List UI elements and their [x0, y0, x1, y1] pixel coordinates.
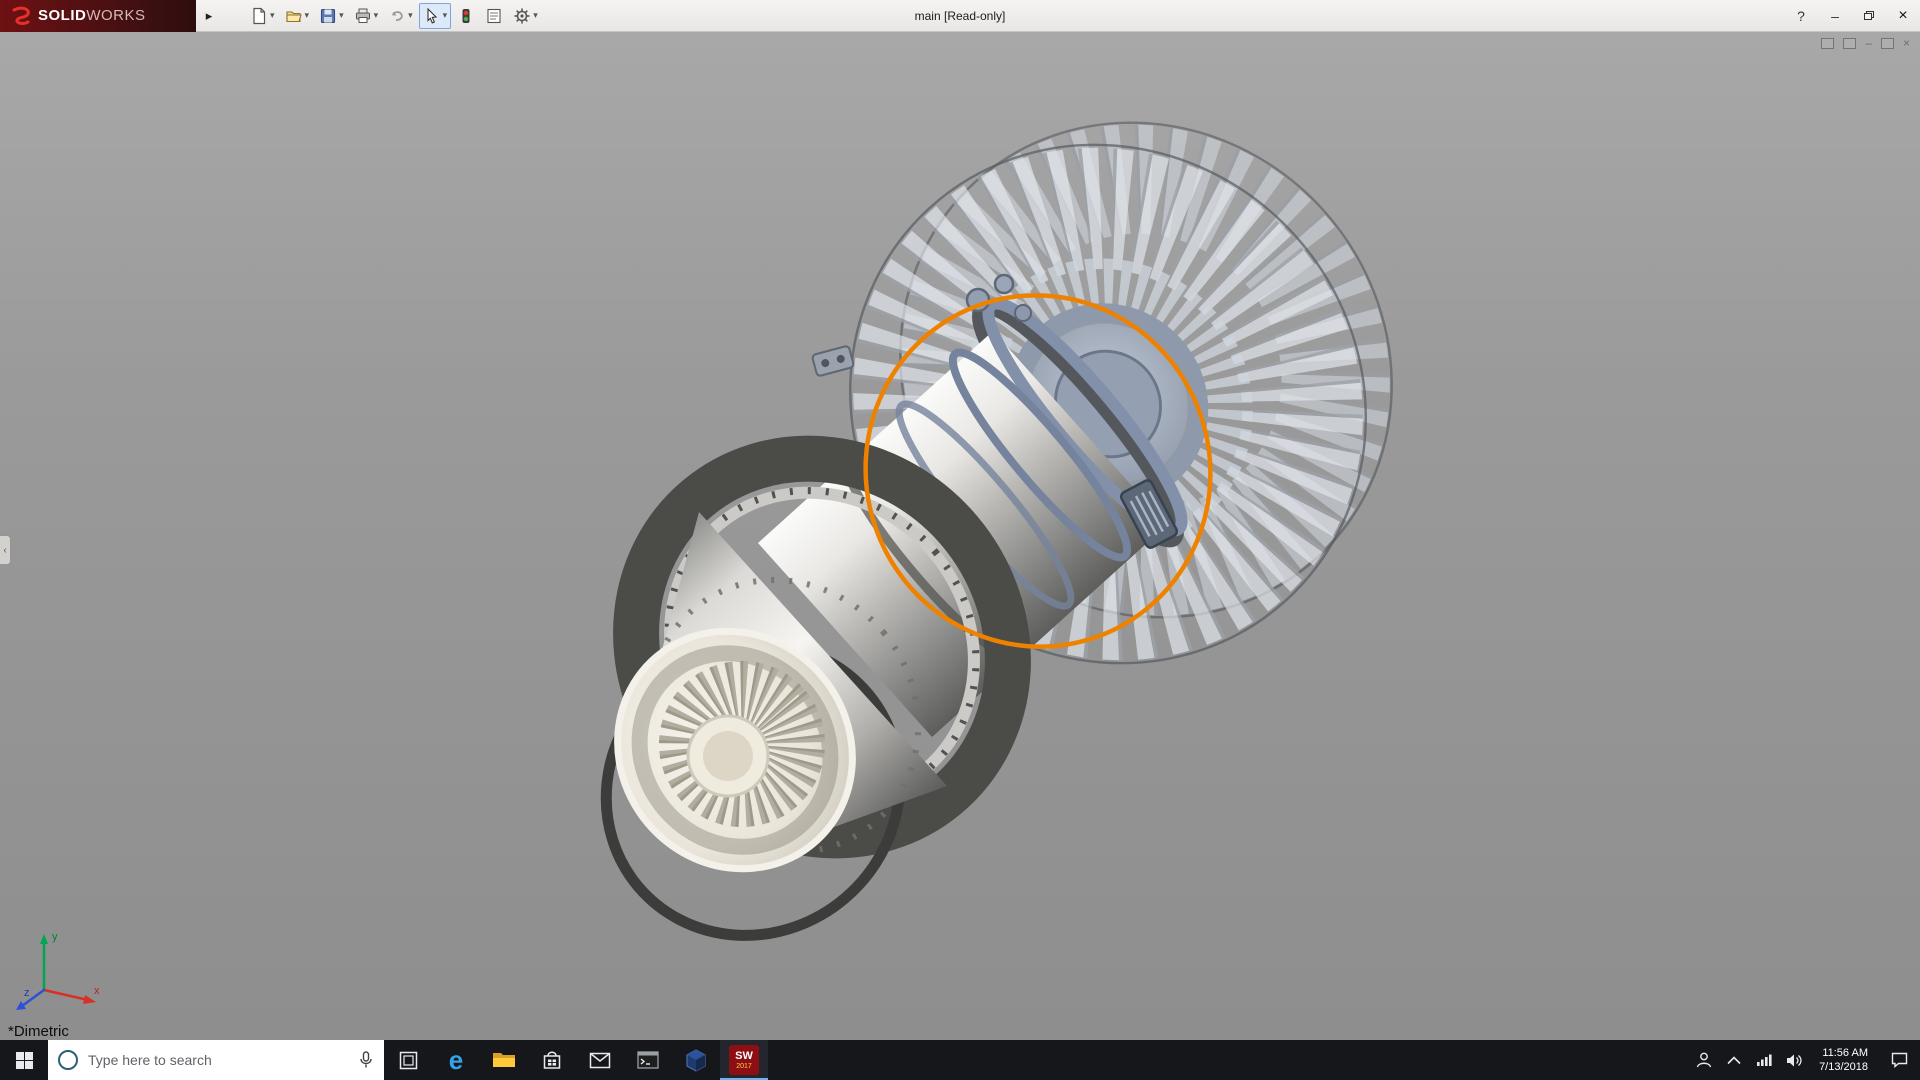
undo-icon [388, 7, 406, 25]
print-button[interactable]: ▾ [350, 3, 383, 29]
main-toolbar: ▾ ▾ ▾ ▾ ▾ ▾ [246, 3, 542, 29]
action-center-button[interactable] [1878, 1052, 1920, 1068]
view-orientation-label: *Dimetric [8, 1023, 69, 1040]
solidworks-logo: SOLIDWORKS [0, 0, 196, 32]
edge-icon: e [449, 1047, 463, 1073]
taskbar-search[interactable] [48, 1040, 384, 1080]
sw-year: 2017 [736, 1063, 752, 1070]
person-icon [1695, 1051, 1713, 1069]
shaft-end [688, 716, 768, 796]
dassault-logo-icon [10, 5, 32, 27]
child-window-controls: – × [1821, 38, 1910, 49]
child-restore-icon[interactable] [1881, 38, 1894, 49]
select-cursor-icon [423, 7, 441, 25]
orientation-triad: y x z [10, 922, 106, 1018]
rebuild-stoplight-button[interactable] [453, 3, 479, 29]
clock-date: 7/13/2018 [1819, 1060, 1868, 1074]
save-caret-icon[interactable]: ▾ [339, 10, 344, 21]
brand-solid: SOLID [38, 7, 86, 24]
print-caret-icon[interactable]: ▾ [374, 10, 379, 21]
triad-y-label: y [52, 931, 58, 943]
system-tray: 11:56 AM 7/13/2018 [1689, 1040, 1920, 1080]
new-document-button[interactable]: ▾ [246, 3, 279, 29]
close-button[interactable]: × [1886, 0, 1920, 32]
new-document-icon [250, 7, 268, 25]
solidworks-window: SOLIDWORKS ▸ ▾ ▾ ▾ ▾ ▾ [0, 0, 1920, 1080]
window-controls: ? – × [1784, 0, 1920, 32]
chevron-up-icon [1727, 1056, 1741, 1065]
start-button[interactable] [0, 1040, 48, 1080]
taskbar-edge-button[interactable]: e [432, 1040, 480, 1080]
new-caret-icon[interactable]: ▾ [270, 10, 275, 21]
taskbar-solidworks-button[interactable]: SW 2017 [720, 1040, 768, 1080]
taskbar-terminal-button[interactable] [624, 1040, 672, 1080]
triad-x-label: x [94, 985, 100, 997]
file-explorer-icon [492, 1050, 516, 1070]
store-icon [542, 1050, 562, 1071]
taskbar-mail-button[interactable] [576, 1040, 624, 1080]
maximize-restore-button[interactable] [1852, 0, 1886, 32]
menu-expand-arrow-icon[interactable]: ▸ [198, 3, 220, 29]
windows-taskbar: e [0, 1040, 1920, 1080]
people-tray-button[interactable] [1689, 1051, 1719, 1069]
undo-button[interactable]: ▾ [384, 3, 417, 29]
file-properties-icon [485, 7, 503, 25]
select-tool-button[interactable]: ▾ [419, 3, 452, 29]
triad-z-label: z [24, 987, 30, 999]
titlebar: SOLIDWORKS ▸ ▾ ▾ ▾ ▾ ▾ [0, 0, 1920, 32]
taskbar-explorer-button[interactable] [480, 1040, 528, 1080]
options-gear-icon [513, 7, 531, 25]
file-properties-button[interactable] [481, 3, 507, 29]
cortana-icon[interactable] [58, 1050, 78, 1070]
restore-icon [1864, 11, 1874, 20]
child-frame2-icon[interactable] [1843, 38, 1856, 49]
clock-time: 11:56 AM [1822, 1046, 1868, 1060]
save-button[interactable]: ▾ [315, 3, 348, 29]
solidworks-app-icon: SW 2017 [729, 1045, 759, 1075]
options-caret-icon[interactable]: ▾ [533, 10, 538, 21]
document-title: main [Read-only] [915, 0, 1006, 32]
child-close-icon[interactable]: × [1903, 38, 1910, 49]
brand-text: SOLIDWORKS [38, 7, 146, 24]
undo-caret-icon[interactable]: ▾ [408, 10, 413, 21]
open-folder-icon [285, 7, 303, 25]
minimize-button[interactable]: – [1818, 0, 1852, 32]
child-minimize-icon[interactable]: – [1865, 38, 1872, 49]
taskbar-store-button[interactable] [528, 1040, 576, 1080]
graphics-viewport[interactable]: – × ‹ [0, 32, 1920, 1040]
mail-icon [589, 1052, 611, 1069]
network-tray-button[interactable] [1749, 1053, 1779, 1067]
command-prompt-icon [637, 1051, 659, 1069]
search-input[interactable] [88, 1052, 348, 1068]
side-bracket-plate [812, 345, 854, 376]
open-caret-icon[interactable]: ▾ [305, 10, 310, 21]
microphone-icon[interactable] [358, 1051, 374, 1069]
print-icon [354, 7, 372, 25]
volume-tray-button[interactable] [1779, 1053, 1809, 1068]
windows-logo-icon [16, 1052, 33, 1069]
action-center-icon [1891, 1052, 1908, 1068]
select-caret-icon[interactable]: ▾ [443, 10, 448, 21]
tray-overflow-button[interactable] [1719, 1056, 1749, 1065]
taskbar-clock[interactable]: 11:56 AM 7/13/2018 [1809, 1046, 1878, 1074]
network-icon [1756, 1053, 1773, 1067]
child-frame-icon[interactable] [1821, 38, 1834, 49]
task-view-button[interactable] [384, 1040, 432, 1080]
open-button[interactable]: ▾ [281, 3, 314, 29]
taskbar-cube-app-button[interactable] [672, 1040, 720, 1080]
options-button[interactable]: ▾ [509, 3, 542, 29]
rebuild-stoplight-icon [457, 7, 475, 25]
task-view-icon [399, 1051, 418, 1070]
engine-model[interactable] [0, 32, 1920, 1040]
brand-works: WORKS [86, 7, 145, 24]
cube-app-icon [685, 1049, 707, 1072]
speaker-icon [1786, 1053, 1803, 1068]
help-button[interactable]: ? [1784, 0, 1818, 32]
save-icon [319, 7, 337, 25]
sw-letters: SW [735, 1051, 753, 1062]
feature-tree-collapse-tab[interactable]: ‹ [0, 535, 11, 565]
